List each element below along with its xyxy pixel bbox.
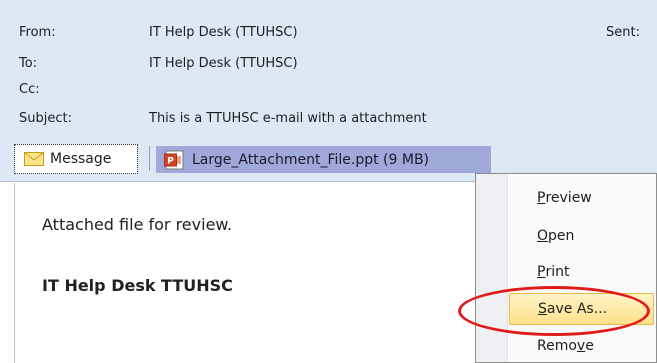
menu-item-remove-mnemonic: v bbox=[576, 338, 586, 354]
menu-item-save-as-mnemonic: S bbox=[538, 301, 547, 317]
attachment-context-menu: Preview Open Print Save As... Remo v e bbox=[475, 173, 657, 363]
attachment-tab-label: Large_Attachment_File.ppt (9 MB) bbox=[192, 151, 430, 168]
menu-item-preview[interactable]: Preview bbox=[509, 182, 654, 214]
menu-item-open-mnemonic: O bbox=[537, 228, 549, 244]
to-value[interactable]: IT Help Desk (TTUHSC) bbox=[149, 55, 298, 73]
menu-item-save-as[interactable]: Save As... bbox=[509, 293, 654, 325]
menu-item-preview-label: review bbox=[545, 190, 592, 206]
menu-item-print-mnemonic: P bbox=[537, 264, 546, 280]
envelope-icon bbox=[24, 152, 44, 166]
menu-item-preview-mnemonic: P bbox=[537, 190, 546, 206]
attachment-tab[interactable]: P Large_Attachment_File.ppt (9 MB) bbox=[156, 146, 491, 173]
menu-item-remove-label: e bbox=[585, 338, 594, 354]
menu-item-save-as-label: ave As... bbox=[546, 301, 608, 317]
from-label: From: bbox=[19, 25, 56, 40]
menu-item-remove-prefix: Remo bbox=[537, 338, 577, 354]
powerpoint-file-icon: P bbox=[164, 150, 184, 169]
subject-value: This is a TTUHSC e-mail with a attachmen… bbox=[149, 111, 427, 126]
cc-label: Cc: bbox=[19, 82, 40, 97]
from-value[interactable]: IT Help Desk (TTUHSC) bbox=[149, 24, 298, 42]
menu-item-open[interactable]: Open bbox=[509, 220, 654, 252]
menu-item-open-label: pen bbox=[548, 228, 575, 244]
menu-item-remove[interactable]: Remo v e bbox=[509, 330, 654, 362]
body-line-1: Attached file for review. bbox=[42, 215, 233, 234]
svg-text:P: P bbox=[167, 156, 174, 166]
menu-item-print-label: rint bbox=[545, 264, 570, 280]
to-label: To: bbox=[19, 56, 38, 71]
tab-separator bbox=[149, 146, 150, 171]
message-tab-label: Message bbox=[50, 151, 112, 167]
subject-label: Subject: bbox=[19, 111, 72, 126]
message-tab[interactable]: Message bbox=[14, 144, 138, 174]
menu-item-print[interactable]: Print bbox=[509, 256, 654, 288]
sent-label: Sent: bbox=[606, 25, 640, 40]
menu-icon-gutter bbox=[476, 174, 508, 362]
body-signature: IT Help Desk TTUHSC bbox=[42, 276, 233, 295]
